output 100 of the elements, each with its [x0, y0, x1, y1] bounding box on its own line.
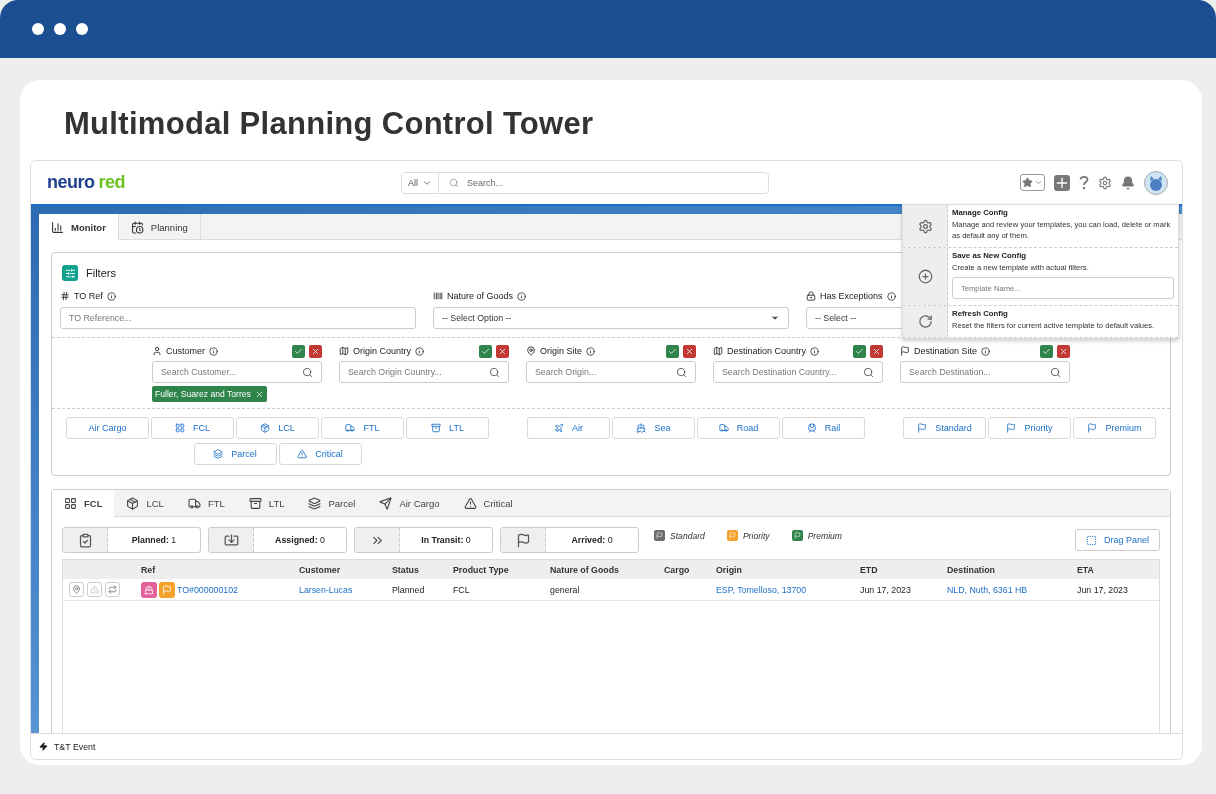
- status-card[interactable]: Arrived: 0: [500, 527, 639, 553]
- truck-icon: [718, 423, 729, 433]
- filter-button[interactable]: Parcel: [193, 443, 277, 465]
- column-header: Origin: [716, 564, 743, 575]
- select-field[interactable]: -- Select Option --: [433, 307, 789, 329]
- clear-button[interactable]: [1057, 344, 1070, 358]
- confirm-button[interactable]: [853, 344, 866, 358]
- result-tab[interactable]: Air Cargo: [367, 490, 452, 517]
- result-tab[interactable]: Critical: [451, 490, 525, 517]
- search-field[interactable]: Search Origin Country...: [339, 361, 509, 383]
- table-cell-text: general: [550, 584, 581, 595]
- dashed-square-icon: [1086, 534, 1097, 546]
- warning-icon: [297, 449, 308, 459]
- filter-chip[interactable]: Fuller, Suarez and Torres: [152, 386, 267, 402]
- info-icon: [106, 291, 116, 301]
- filter-button[interactable]: Sea: [612, 417, 695, 439]
- result-tab[interactable]: LTL: [236, 490, 297, 517]
- status-count: Arrived: 0: [570, 535, 614, 545]
- page-title: Multimodal Planning Control Tower: [64, 106, 595, 143]
- search-field[interactable]: Search Origin...: [526, 361, 696, 383]
- info-icon: [415, 346, 425, 356]
- package-icon: [260, 423, 271, 433]
- settings-icon[interactable]: [1098, 175, 1112, 190]
- filter-button[interactable]: Premium: [1073, 417, 1156, 439]
- scope-dropdown[interactable]: All: [402, 172, 440, 193]
- filter-button[interactable]: Road: [697, 417, 780, 439]
- search-field[interactable]: Search Destination...: [900, 361, 1070, 383]
- search-field[interactable]: Search Customer...: [152, 361, 322, 383]
- filter-button[interactable]: LCL: [236, 417, 319, 439]
- search-field[interactable]: All Search...: [401, 171, 770, 194]
- column-header: Cargo: [664, 564, 691, 575]
- confirm-button[interactable]: [666, 344, 679, 358]
- paper-plane-icon: [379, 497, 393, 510]
- settings-icon: [917, 218, 933, 234]
- grid-icon: [175, 423, 185, 433]
- field-label: Customer: [166, 346, 205, 356]
- status-card[interactable]: In Transit: 0: [354, 527, 493, 553]
- confirm-button[interactable]: [479, 344, 492, 358]
- text-field[interactable]: TO Reference...: [60, 307, 416, 329]
- check-icon: [668, 346, 677, 356]
- window-dot: [54, 23, 66, 35]
- flag-icon: [515, 532, 531, 548]
- customer-link[interactable]: Larsen-Lucas: [299, 584, 392, 595]
- filter-button[interactable]: FCL: [151, 417, 234, 439]
- table-cell-text: Planned: [392, 584, 426, 595]
- drag-panel-button[interactable]: Drag Panel: [1075, 529, 1160, 551]
- main-tab[interactable]: Monitor: [39, 214, 119, 240]
- grid-icon: [64, 497, 77, 510]
- avatar[interactable]: [1144, 170, 1168, 195]
- import-icon: [223, 532, 239, 548]
- star-icon: [1022, 177, 1033, 188]
- order-ref-link[interactable]: TO#000000102: [177, 584, 238, 595]
- origin-link[interactable]: ESP, Tomelloso, 13700: [716, 584, 860, 595]
- location-button[interactable]: [69, 582, 84, 597]
- result-tab[interactable]: FTL: [175, 490, 237, 517]
- help-icon[interactable]: [1079, 175, 1089, 190]
- status-card[interactable]: Assigned: 0: [208, 527, 347, 553]
- filter-button[interactable]: LTL: [406, 417, 489, 439]
- status-card[interactable]: Planned: 1: [62, 527, 201, 553]
- bell-icon[interactable]: [1121, 175, 1135, 190]
- search-icon: [449, 177, 460, 188]
- route-button[interactable]: [105, 582, 120, 597]
- main-tab[interactable]: Planning: [118, 214, 201, 240]
- confirm-button[interactable]: [292, 344, 305, 358]
- filter-button[interactable]: Standard: [903, 417, 986, 439]
- flag-icon: [917, 423, 928, 433]
- confirm-button[interactable]: [1040, 344, 1053, 358]
- filter-button[interactable]: Rail: [782, 417, 865, 439]
- search-icon: [1050, 366, 1061, 378]
- clear-button[interactable]: [870, 344, 883, 358]
- close-icon[interactable]: [254, 389, 264, 399]
- result-tab[interactable]: Parcel: [296, 490, 368, 517]
- info-icon: [810, 346, 820, 356]
- result-tab[interactable]: FCL: [52, 490, 115, 517]
- legend-label: Premium: [807, 530, 843, 541]
- column-header: Status: [392, 564, 420, 575]
- clear-button[interactable]: [309, 344, 322, 358]
- flag-icon: [1087, 423, 1098, 433]
- close-icon: [1059, 346, 1068, 356]
- destination-link[interactable]: NLD, Nuth, 6361 HB: [947, 584, 1077, 595]
- filter-button[interactable]: Priority: [988, 417, 1071, 439]
- footer-label[interactable]: T&T Event: [54, 741, 96, 752]
- legend-label: Priority: [742, 530, 770, 541]
- search-field[interactable]: Search Destination Country...: [713, 361, 883, 383]
- ship-icon: [636, 423, 647, 433]
- repeat-icon: [108, 585, 117, 594]
- bar-chart-icon: [51, 220, 64, 234]
- result-tab[interactable]: LCL: [114, 490, 176, 517]
- legend-label: Standard: [670, 530, 705, 541]
- column-header: ETD: [860, 564, 879, 575]
- info-icon: [981, 346, 991, 356]
- favorites-button[interactable]: [1020, 174, 1045, 191]
- filter-button[interactable]: Air Cargo: [66, 417, 149, 439]
- add-icon[interactable]: [1054, 174, 1070, 191]
- clear-button[interactable]: [683, 344, 696, 358]
- filter-button[interactable]: FTL: [321, 417, 404, 439]
- info-icon: [517, 291, 527, 301]
- filter-button[interactable]: Air: [527, 417, 610, 439]
- clear-button[interactable]: [496, 344, 509, 358]
- filter-button[interactable]: Critical: [278, 443, 362, 465]
